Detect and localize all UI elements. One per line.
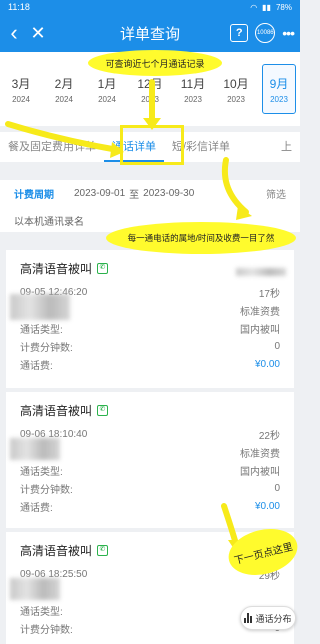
billing-period: 计费周期 2023-09-01 至 2023-09-30 筛选 bbox=[0, 180, 300, 206]
phone-icon: ✆ bbox=[97, 263, 109, 274]
call-distribution-button[interactable]: 通话分布 bbox=[240, 606, 296, 630]
period-start[interactable]: 2023-09-01 bbox=[74, 188, 125, 199]
battery-level: 78% bbox=[275, 2, 292, 12]
highlight-box bbox=[120, 125, 184, 165]
redacted-location bbox=[236, 268, 286, 276]
tab-package-fees[interactable]: 餐及固定费用详单 bbox=[0, 132, 104, 162]
period-end[interactable]: 2023-09-30 bbox=[143, 188, 194, 199]
month-item-selected[interactable]: 9月 2023 bbox=[262, 64, 296, 114]
month-item[interactable]: 10月 2023 bbox=[219, 64, 253, 114]
redacted-number bbox=[10, 578, 60, 600]
title-bar: ‹ ✕ 详单查询 ? 10086 ••• bbox=[0, 14, 300, 52]
customer-service-icon[interactable]: 10086 bbox=[255, 23, 276, 43]
tab-more[interactable]: 上 bbox=[273, 132, 300, 162]
phone-icon: ✆ bbox=[97, 405, 109, 416]
phone-icon: ✆ bbox=[97, 545, 109, 556]
redacted-number bbox=[10, 294, 70, 320]
bar-chart-icon bbox=[244, 613, 253, 623]
month-item[interactable]: 2月 2024 bbox=[47, 64, 81, 114]
close-icon[interactable]: ✕ bbox=[28, 23, 48, 44]
month-item[interactable]: 3月 2024 bbox=[4, 64, 38, 114]
signal-icon: ▮▮ bbox=[262, 2, 271, 12]
annotation-top: 可查询近七个月通话记录 bbox=[88, 50, 222, 76]
more-icon[interactable]: ••• bbox=[282, 25, 295, 41]
period-label: 计费周期 bbox=[14, 189, 54, 201]
status-time: 11:18 bbox=[8, 2, 30, 12]
back-icon[interactable]: ‹ bbox=[0, 14, 28, 52]
status-bar: 11:18 ◠ ▮▮ 78% bbox=[0, 0, 300, 14]
filter-button[interactable]: 筛选 bbox=[266, 186, 286, 201]
wifi-icon: ◠ bbox=[250, 2, 258, 12]
help-icon[interactable]: ? bbox=[230, 24, 249, 42]
annotation-middle: 每一通电话的属地/时间及收费一目了然 bbox=[106, 222, 296, 254]
call-record[interactable]: 高清语音被叫 ✆ 09-06 18:10:40 22秒 标准资费 通话类型: 国内被叫… bbox=[6, 392, 294, 528]
redacted-number bbox=[10, 438, 60, 460]
